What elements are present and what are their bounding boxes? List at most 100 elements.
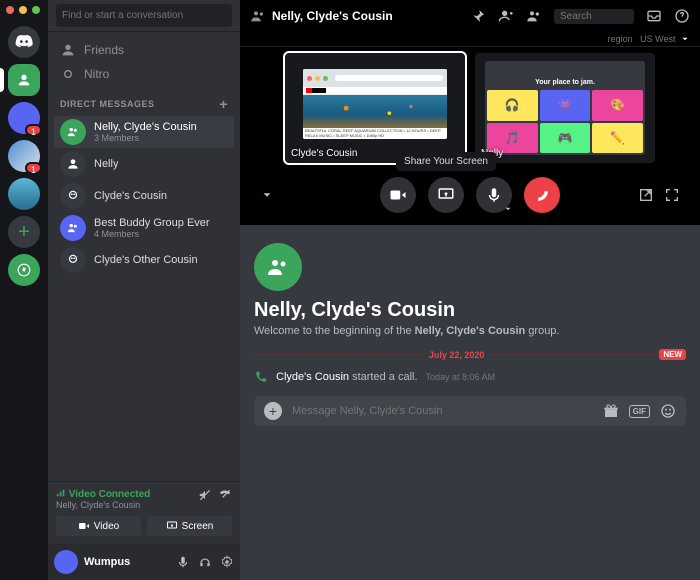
video-icon	[389, 186, 407, 204]
channel-avatar	[254, 243, 302, 291]
message-body: started a call.	[349, 371, 417, 383]
disconnect-icon[interactable]	[218, 488, 232, 502]
hangup-button[interactable]	[524, 177, 560, 213]
voice-status-panel: Video Connected Nelly, Clyde's Cousin	[48, 481, 240, 516]
group-icon	[266, 255, 290, 279]
camera-toggle-button[interactable]	[380, 177, 416, 213]
dm-item[interactable]: Clyde's Cousin	[54, 180, 234, 212]
dm-list: Friends Nitro DIRECT MESSAGES + Nelly, C…	[48, 32, 240, 481]
voice-channel-name: Nelly, Clyde's Cousin	[56, 500, 150, 510]
search-input[interactable]	[554, 9, 634, 24]
inbox-icon[interactable]	[646, 8, 662, 24]
chevron-down-icon[interactable]	[503, 204, 513, 214]
dm-sidebar: Friends Nitro DIRECT MESSAGES + Nelly, C…	[48, 0, 240, 580]
gif-button[interactable]: GIF	[629, 405, 650, 418]
avatar	[60, 119, 86, 145]
notification-badge: 1	[25, 124, 42, 136]
message-input[interactable]	[292, 405, 593, 417]
screen-share-icon	[437, 186, 455, 204]
main-area: Nelly, Clyde's Cousin region US West BEA…	[240, 0, 700, 580]
call-controls: Share Your Screen	[250, 163, 690, 215]
system-message: Clyde's Cousin started a call. Today at …	[254, 368, 686, 386]
server-item[interactable]	[8, 178, 40, 210]
person-icon	[16, 72, 32, 88]
popout-icon[interactable]	[638, 187, 654, 203]
video-button[interactable]: Video	[56, 516, 141, 536]
date-divider: July 22, 2020 NEW	[254, 349, 686, 360]
region-label: region	[608, 34, 633, 44]
dm-name: Nelly, Clyde's Cousin	[94, 121, 197, 133]
message-author[interactable]: Clyde's Cousin	[276, 371, 349, 383]
nitro-tab[interactable]: Nitro	[54, 62, 234, 86]
discord-logo-icon	[15, 33, 33, 51]
mic-icon[interactable]	[176, 555, 190, 569]
video-icon	[78, 520, 90, 532]
pin-icon[interactable]	[470, 8, 486, 24]
avatar	[60, 215, 86, 241]
message-timestamp: Today at 8:06 AM	[426, 372, 496, 382]
signal-icon	[56, 488, 66, 498]
friends-icon	[60, 42, 76, 58]
settings-icon[interactable]	[220, 555, 234, 569]
message-content: Nelly, Clyde's Cousin Welcome to the beg…	[240, 225, 700, 580]
window-traffic-lights	[6, 6, 40, 14]
traffic-min[interactable]	[19, 6, 27, 14]
screen-share-preview: Your place to jam. 🎧 👾 🎨 🎵 🎮 ✏️	[485, 61, 645, 155]
avatar	[60, 151, 86, 177]
dm-item[interactable]: Nelly, Clyde's Cousin3 Members	[54, 116, 234, 148]
friends-tab[interactable]: Friends	[54, 38, 234, 62]
channel-welcome-title: Nelly, Clyde's Cousin	[254, 299, 686, 322]
avatar	[60, 247, 86, 273]
conversation-search-input[interactable]	[56, 4, 232, 27]
dm-item[interactable]: Best Buddy Group Ever4 Members	[54, 212, 234, 244]
server-item[interactable]: 1	[8, 140, 40, 172]
chevron-down-icon	[680, 34, 690, 44]
group-icon	[66, 125, 80, 139]
nitro-icon	[60, 66, 76, 82]
dm-sub: 3 Members	[94, 133, 197, 143]
video-tile[interactable]: BEAUTIFUL CORAL REEF AQUARIUM COLLECTION…	[285, 53, 465, 163]
phone-icon	[254, 370, 268, 384]
user-panel: Wumpus	[48, 544, 240, 580]
add-friend-icon[interactable]	[498, 8, 514, 24]
server-item[interactable]: 1	[8, 102, 40, 134]
add-server-button[interactable]: +	[8, 216, 40, 248]
collapse-button[interactable]	[260, 188, 274, 202]
chevron-down-icon	[260, 188, 274, 202]
notification-badge: 1	[25, 162, 42, 174]
voice-connection-status: Video Connected	[56, 488, 150, 500]
welcome-text: Welcome to the beginning of the Nelly, C…	[254, 325, 686, 337]
fullscreen-icon[interactable]	[664, 187, 680, 203]
traffic-close[interactable]	[6, 6, 14, 14]
noise-suppression-icon[interactable]	[198, 488, 212, 502]
divider-date: July 22, 2020	[423, 350, 491, 360]
dm-name: Clyde's Cousin	[94, 190, 167, 202]
screen-share-preview: BEAUTIFUL CORAL REEF AQUARIUM COLLECTION…	[303, 69, 447, 139]
traffic-max[interactable]	[32, 6, 40, 14]
user-avatar[interactable]	[54, 550, 78, 574]
hangup-icon	[533, 186, 551, 204]
dm-sub: 4 Members	[94, 229, 210, 239]
screen-share-button[interactable]: Screen	[147, 516, 232, 536]
attach-button[interactable]: +	[264, 402, 282, 420]
dm-name: Best Buddy Group Ever	[94, 217, 210, 229]
mic-icon	[485, 186, 503, 204]
dm-item[interactable]: Nelly	[54, 148, 234, 180]
screen-share-toggle-button[interactable]: Share Your Screen	[428, 177, 464, 213]
headphones-icon[interactable]	[198, 555, 212, 569]
region-value[interactable]: US West	[640, 34, 675, 44]
video-tile[interactable]: Your place to jam. 🎧 👾 🎨 🎵 🎮 ✏️ Nelly	[475, 53, 655, 163]
home-button[interactable]	[8, 26, 40, 58]
gift-icon[interactable]	[603, 403, 619, 419]
emoji-icon[interactable]	[660, 403, 676, 419]
dm-item[interactable]: Clyde's Other Cousin	[54, 244, 234, 276]
tooltip: Share Your Screen	[396, 152, 496, 171]
create-dm-button[interactable]: +	[219, 96, 228, 112]
mute-button[interactable]	[476, 177, 512, 213]
server-item[interactable]	[8, 64, 40, 96]
help-icon[interactable]	[674, 8, 690, 24]
group-icon	[250, 8, 266, 24]
explore-button[interactable]	[8, 254, 40, 286]
members-icon[interactable]	[526, 8, 542, 24]
dm-name: Clyde's Other Cousin	[94, 254, 198, 266]
